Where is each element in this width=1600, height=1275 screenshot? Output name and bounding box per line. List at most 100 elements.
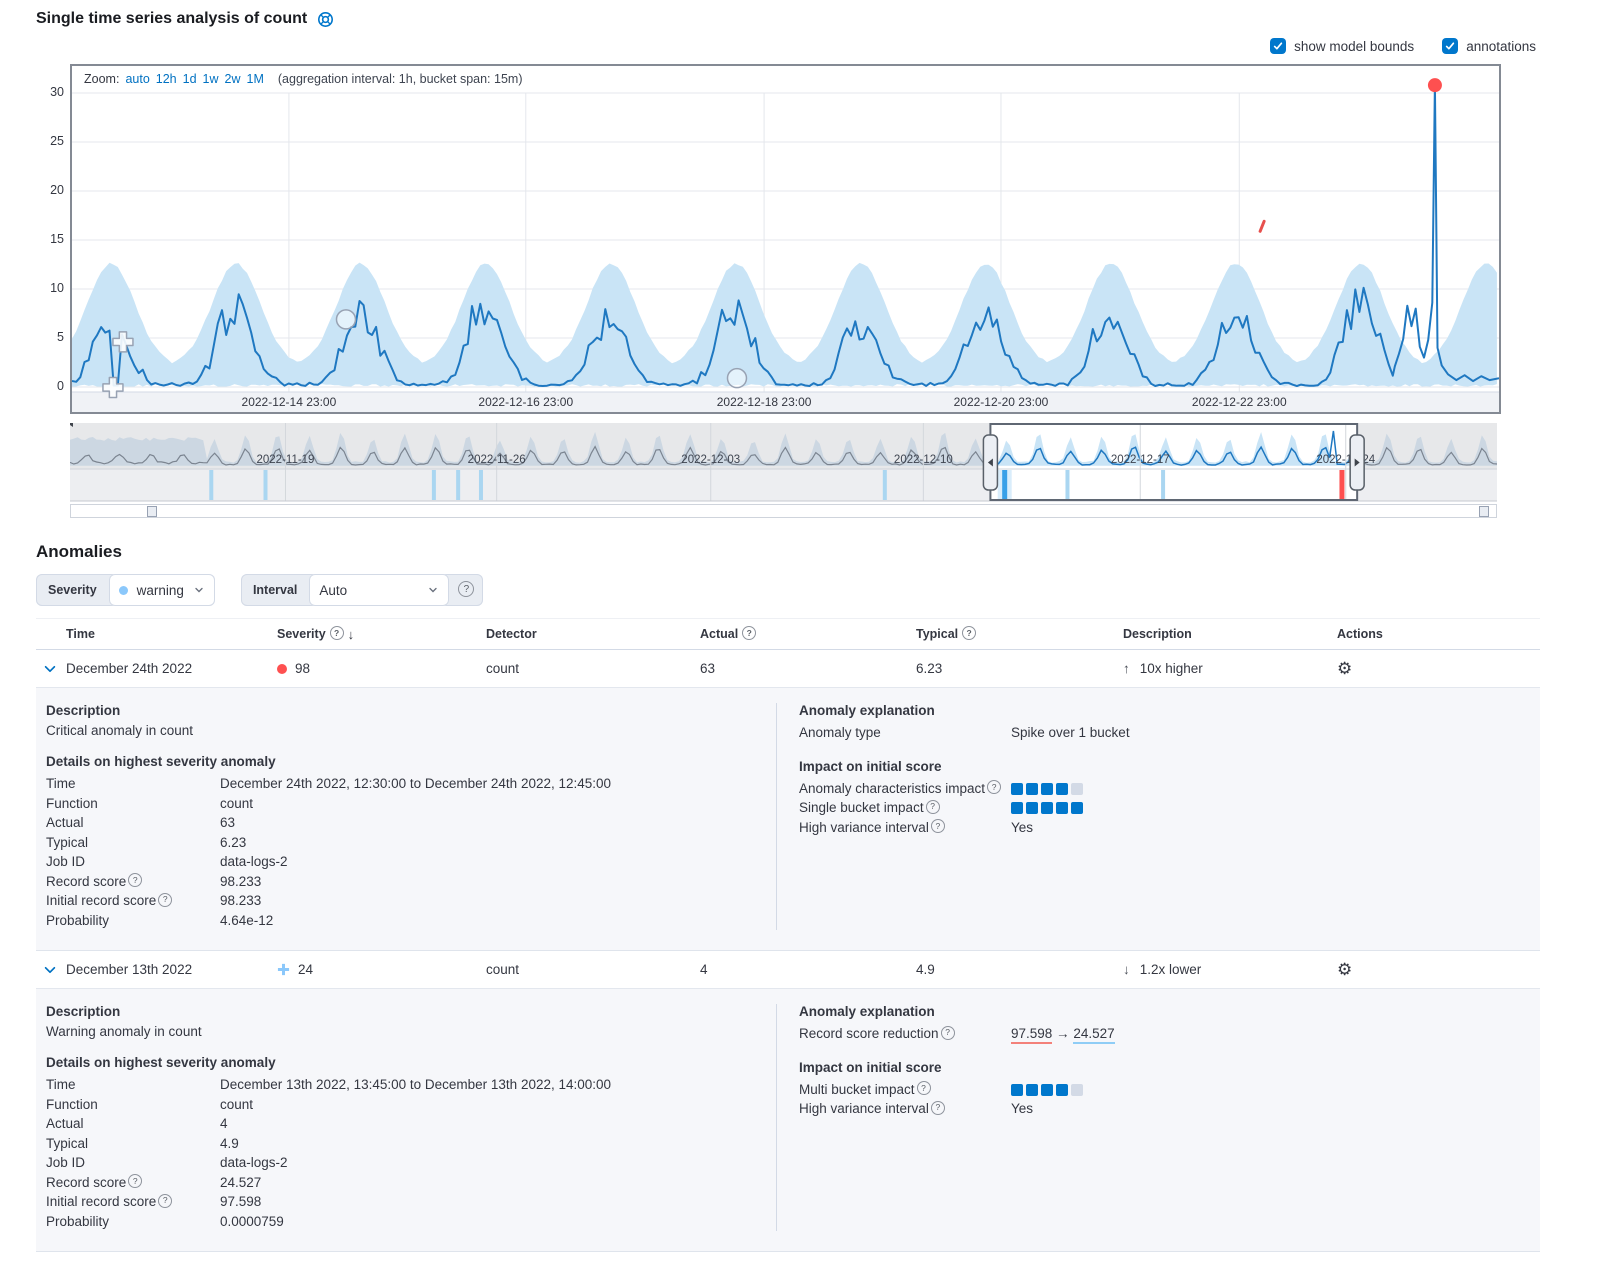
info-icon[interactable]: ? — [158, 1194, 172, 1208]
detail-label-text: Record score — [46, 1173, 126, 1193]
interval-help-icon[interactable]: ? — [449, 574, 483, 606]
info-icon[interactable]: ? — [931, 1101, 945, 1115]
zoom-option-link[interactable]: 2w — [225, 72, 241, 86]
impact-label: High variance interval? — [799, 1099, 1011, 1119]
info-icon[interactable]: ? — [987, 780, 1001, 794]
info-icon[interactable]: ? — [128, 1174, 142, 1188]
chart-area: 051015202530 Zoom: auto12h1d1w2w1M (aggr… — [70, 64, 1501, 518]
swimlane-anomaly-tick — [1161, 470, 1165, 500]
detail-row: Actual4 — [46, 1114, 776, 1134]
detail-label-text: Time — [46, 1075, 76, 1095]
detail-row: Functioncount — [46, 1095, 776, 1115]
zoom-option-link[interactable]: auto — [125, 72, 149, 86]
description-text: 10x higher — [1140, 661, 1203, 676]
column-header-detector[interactable]: Detector — [486, 627, 700, 641]
zoom-option-link[interactable]: 12h — [156, 72, 177, 86]
column-header-description[interactable]: Description — [1123, 627, 1337, 641]
show-model-bounds-checkbox[interactable]: show model bounds — [1270, 38, 1414, 54]
info-icon[interactable]: ? — [926, 800, 940, 814]
annotations-checkbox[interactable]: annotations — [1442, 38, 1536, 54]
detail-value: 63 — [220, 813, 235, 833]
column-header-actions[interactable]: Actions — [1337, 627, 1540, 641]
column-header-label: Description — [1123, 627, 1192, 641]
checkbox-label: annotations — [1466, 39, 1536, 54]
scrollbar-handle-left[interactable] — [147, 506, 157, 517]
info-icon[interactable]: ? — [158, 893, 172, 907]
gear-icon[interactable]: ⚙︎ — [1337, 960, 1352, 979]
column-header-severity[interactable]: Severity?↓ — [277, 627, 486, 642]
detail-label: Probability — [46, 911, 220, 931]
collapse-row-button[interactable] — [38, 958, 62, 982]
impact-square — [1011, 783, 1023, 795]
detail-label-text: Actual — [46, 1114, 84, 1134]
detail-row: Initial record score?98.233 — [46, 891, 776, 911]
detail-label-text: Probability — [46, 1212, 109, 1232]
anomalies-table: TimeSeverity?↓DetectorActual?Typical?Des… — [36, 618, 1540, 1252]
typical-cell: 4.9 — [916, 962, 1123, 977]
column-header-actual[interactable]: Actual? — [700, 627, 916, 641]
x-axis-tick-label: 2022-12-22 23:00 — [1192, 395, 1287, 409]
context-axis-label: 2022-11-19 — [256, 454, 314, 466]
impact-label-text: High variance interval — [799, 818, 929, 838]
sort-desc-icon[interactable]: ↓ — [348, 627, 355, 642]
x-axis-tick-label: 2022-12-18 23:00 — [717, 395, 812, 409]
column-header-label: Actions — [1337, 627, 1383, 641]
model-plot-marker — [336, 310, 355, 329]
y-axis-tick-label: 30 — [37, 85, 64, 99]
info-icon[interactable]: ? — [128, 873, 142, 887]
context-scrollbar[interactable] — [70, 504, 1497, 518]
typical-cell: 6.23 — [916, 661, 1123, 676]
impact-label: Anomaly characteristics impact? — [799, 779, 1011, 799]
impact-square — [1026, 1084, 1038, 1096]
detail-value: data-logs-2 — [220, 852, 288, 872]
context-axis-label: 2022-11-26 — [468, 454, 526, 466]
severity-filter-select[interactable]: warning — [109, 574, 215, 606]
collapse-row-button[interactable] — [38, 657, 62, 681]
info-icon[interactable]: ? — [962, 626, 976, 640]
help-ring-icon[interactable] — [317, 11, 334, 28]
detail-label-text: Typical — [46, 833, 88, 853]
detail-value: 6.23 — [220, 833, 246, 853]
model-plot-marker — [727, 369, 746, 388]
zoom-option-link[interactable]: 1d — [183, 72, 197, 86]
context-chart-svg[interactable]: 2022-11-192022-11-262022-12-032022-12-10… — [70, 423, 1497, 502]
column-header-typical[interactable]: Typical? — [916, 627, 1123, 641]
zoom-option-link[interactable]: 1M — [247, 72, 264, 86]
impact-square — [1026, 802, 1038, 814]
focus-chart[interactable]: Zoom: auto12h1d1w2w1M (aggregation inter… — [70, 64, 1501, 414]
interval-filter-select[interactable]: Auto — [309, 574, 449, 606]
interval-filter-label: Interval — [241, 574, 309, 606]
info-icon[interactable]: ? — [917, 1081, 931, 1095]
y-axis-tick-label: 15 — [37, 232, 64, 246]
impact-section-title: Impact on initial score — [799, 759, 1540, 774]
direction-arrow-icon: ↓ — [1123, 962, 1130, 977]
scrollbar-handle-right[interactable] — [1479, 506, 1489, 517]
detail-value: data-logs-2 — [220, 1153, 288, 1173]
impact-square — [1041, 783, 1053, 795]
detail-label: Job ID — [46, 852, 220, 872]
anomaly-details-panel: DescriptionCritical anomaly in countDeta… — [36, 688, 1540, 951]
impact-square — [1056, 783, 1068, 795]
detail-row: Job IDdata-logs-2 — [46, 1153, 776, 1173]
info-icon[interactable]: ? — [330, 626, 344, 640]
gear-icon[interactable]: ⚙︎ — [1337, 659, 1352, 678]
focus-chart-svg[interactable]: 2022-12-14 23:002022-12-16 23:002022-12-… — [72, 66, 1499, 412]
detail-value: 4.64e-12 — [220, 911, 273, 931]
chevron-down-icon — [193, 584, 205, 596]
swimlane-anomaly-tick — [209, 470, 213, 500]
severity-filter: Severity warning — [36, 574, 215, 606]
titlebar: Single time series analysis of count — [36, 8, 1540, 30]
explanation-row: Record score reduction?97.598 → 24.527 — [799, 1024, 1540, 1044]
zoom-option-link[interactable]: 1w — [203, 72, 219, 86]
info-icon[interactable]: ? — [742, 626, 756, 640]
details-section-title: Details on highest severity anomaly — [46, 754, 776, 769]
info-icon[interactable]: ? — [941, 1026, 955, 1040]
actions-cell: ⚙︎ — [1337, 961, 1540, 978]
info-icon[interactable]: ? — [931, 819, 945, 833]
score-to: 24.527 — [1073, 1026, 1114, 1044]
details-left-column: DescriptionCritical anomaly in countDeta… — [46, 703, 776, 930]
impact-section-title: Impact on initial score — [799, 1060, 1540, 1075]
zoom-controls: Zoom: auto12h1d1w2w1M (aggregation inter… — [72, 66, 522, 91]
column-header-label: Typical — [916, 627, 958, 641]
column-header-time[interactable]: Time — [66, 627, 277, 641]
